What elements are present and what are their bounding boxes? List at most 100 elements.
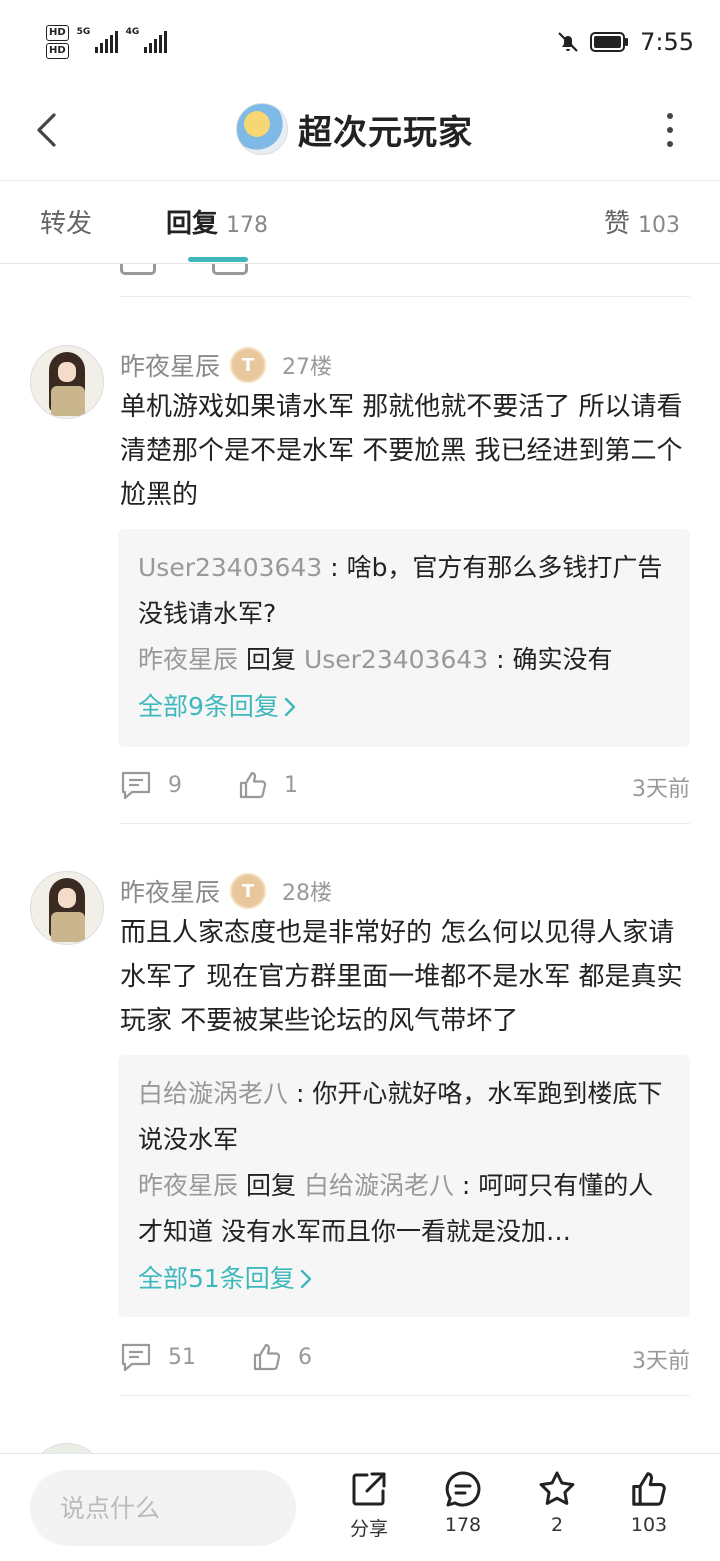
divider [120,1395,690,1396]
star-icon [539,1471,575,1505]
share-icon [352,1472,386,1506]
like-button[interactable]: 1 [238,770,298,800]
sub-replies-box[interactable]: User23403643 : 啥b，官方有那么多钱打广告没钱请水军? 昨夜星辰 … [118,529,690,747]
sub-reply-user[interactable]: 昨夜星辰 [138,645,238,674]
sub-reply-text: 确实没有 [512,645,613,674]
chat-bubble-icon [445,1471,481,1507]
like-count: 6 [298,1344,312,1370]
tab-like-count: 103 [638,213,681,238]
post-header: 昨夜星辰 T 27楼 [120,345,332,385]
status-left: HD HD 5G 4G [46,22,167,62]
net-label-1: 5G [76,27,91,37]
sub-reply-sep: : [453,1171,479,1200]
avatar[interactable] [30,1443,104,1453]
comment-input[interactable] [30,1470,296,1546]
tab-repost[interactable]: 转发 [40,203,92,240]
avatar[interactable] [30,871,104,945]
tab-like[interactable]: 赞 103 [604,203,680,240]
forum-title-group[interactable]: 超次元玩家 [236,98,473,160]
sub-reply-sep: : [488,645,513,674]
more-options-button[interactable] [660,110,680,150]
forum-avatar[interactable] [236,103,288,155]
post-actions: 51 6 3天前 [120,1337,690,1377]
tab-reply-count: 178 [226,213,269,238]
tab-bar: 转发 回复 178 赞 103 [0,181,720,264]
status-bar: HD HD 5G 4G 7:55 [0,0,720,80]
chevron-right-icon [284,697,296,717]
view-all-replies-link[interactable]: 全部51条回复 [138,1255,670,1303]
share-label: 分享 [349,1518,388,1540]
thumbs-up-icon [253,1343,281,1371]
sub-reply-user[interactable]: User23403643 [138,553,322,582]
page-title: 超次元玩家 [298,112,473,153]
comment-button[interactable]: 51 [120,1342,196,1372]
sub-reply-sep: : [288,1079,313,1108]
reply-word: 回复 [245,645,296,674]
battery-icon [590,32,629,52]
sub-reply-user[interactable]: 白给漩涡老八 [138,1079,288,1108]
previous-post-actions-remnant [120,263,690,275]
tab-active-indicator [188,257,248,262]
next-post-remnant [30,1439,690,1453]
tab-repost-label: 转发 [40,209,93,239]
reply-feed[interactable]: 昨夜星辰 T 27楼 单机游戏如果请水军 那就他就不要活了 所以请看清楚那个是不… [0,263,720,1453]
post-content[interactable]: 而且人家态度也是非常好的 怎么何以见得人家请水军了 现在官方群里面一堆都不是水军… [120,911,690,1043]
signal-4g-icon: 4G [126,27,167,53]
chevron-left-icon [37,113,56,147]
favorite-button[interactable]: 2 [522,1470,592,1550]
clock: 7:55 [640,28,694,56]
hd-badge-2: HD [46,43,69,59]
sub-reply[interactable]: 昨夜星辰 回复 白给漩涡老八 : 呵呵只有懂的人才知道 没有水军而且你一看就是没… [138,1163,670,1255]
top-nav: 超次元玩家 [0,80,720,181]
comment-button[interactable]: 9 [120,770,182,800]
sub-reply-target[interactable]: 白给漩涡老八 [304,1171,454,1200]
mute-bell-icon [558,32,578,52]
sub-reply[interactable]: 昨夜星辰 回复 User23403643 : 确实没有 [138,637,670,683]
like-post-button[interactable]: 103 [614,1470,684,1550]
floor-number: 28楼 [282,881,333,906]
sub-reply[interactable]: 白给漩涡老八 : 你开心就好咯，水军跑到楼底下说没水军 [138,1071,670,1163]
tab-reply[interactable]: 回复 178 [166,203,268,240]
thumbs-up-icon [239,771,267,799]
status-right: 7:55 [556,24,694,60]
level-badge: T [230,873,267,909]
floor-number: 27楼 [282,355,333,380]
hd-indicators: HD HD [46,25,69,59]
username[interactable]: 昨夜星辰 [120,347,220,383]
divider [120,823,690,824]
reply-word: 回复 [245,1171,296,1200]
post-header: 昨夜星辰 T 28楼 [120,871,332,911]
username[interactable]: 昨夜星辰 [120,873,220,909]
view-all-replies-link[interactable]: 全部9条回复 [138,683,670,731]
share-button[interactable]: 分享 [334,1470,404,1550]
bottom-action-bar: 分享 178 2 103 [0,1453,720,1561]
post-time: 3天前 [632,1349,690,1374]
like-count: 1 [284,772,298,798]
level-badge: T [230,347,267,383]
sub-reply-target[interactable]: User23403643 [304,645,488,674]
chevron-right-icon [300,1269,312,1289]
more-vertical-icon [667,113,673,119]
comments-button[interactable]: 178 [428,1470,498,1550]
thumbs-up-icon [632,1472,666,1506]
view-all-replies-label: 全部51条回复 [138,1264,295,1293]
hd-badge-1: HD [46,25,69,41]
comments-count: 178 [444,1514,482,1536]
post-actions: 9 1 3天前 [120,765,690,805]
signal-5g-icon: 5G [77,27,118,53]
sub-reply-user[interactable]: 昨夜星辰 [138,1171,238,1200]
comment-count: 51 [168,1344,196,1370]
back-button[interactable] [26,102,66,158]
tab-reply-label: 回复 [166,209,219,239]
sub-replies-box[interactable]: 白给漩涡老八 : 你开心就好咯，水军跑到楼底下说没水军 昨夜星辰 回复 白给漩涡… [118,1055,690,1317]
post-time: 3天前 [632,777,690,802]
tab-like-label: 赞 [604,209,631,239]
divider [120,296,690,297]
post-content[interactable]: 单机游戏如果请水军 那就他就不要活了 所以请看清楚那个是不是水军 不要尬黑 我已… [120,385,690,517]
like-button[interactable]: 6 [252,1342,312,1372]
comment-icon [121,771,151,800]
like-post-count: 103 [630,1514,668,1536]
sub-reply[interactable]: User23403643 : 啥b，官方有那么多钱打广告没钱请水军? [138,545,670,637]
sub-reply-sep: : [322,553,347,582]
avatar[interactable] [30,345,104,419]
